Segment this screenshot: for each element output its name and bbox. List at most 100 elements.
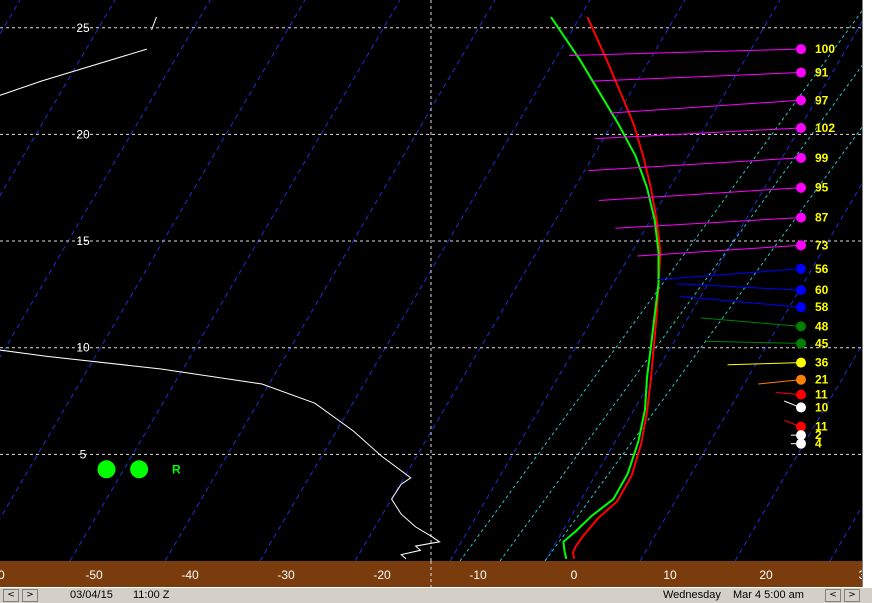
dry-adiabat-line — [354, 0, 686, 561]
wind-dot — [796, 421, 806, 432]
wind-dot — [796, 44, 806, 55]
x-tick-label: 0 — [571, 568, 578, 582]
next-left-button[interactable]: > — [22, 589, 38, 602]
wind-dot — [796, 263, 806, 274]
wind-speed-label: 73 — [815, 238, 829, 252]
dry-adiabat-line — [69, 0, 401, 561]
prev-left-button[interactable]: < — [3, 589, 19, 602]
x-tick-label: -40 — [181, 568, 199, 582]
wind-speed-label: 48 — [815, 319, 829, 333]
series-line-2 — [0, 349, 441, 560]
wind-speed-label: 102 — [815, 121, 835, 135]
next-right-button[interactable]: > — [844, 589, 860, 602]
x-tick-label: -10 — [469, 568, 487, 582]
wind-barb-line — [676, 283, 801, 291]
scrollbar-track[interactable] — [862, 0, 872, 587]
wind-dot — [796, 438, 806, 449]
x-tick-label: 60 — [0, 568, 5, 582]
y-tick-label: 5 — [80, 447, 87, 461]
series-line-0 — [571, 16, 662, 560]
wind-speed-label: 97 — [815, 93, 829, 107]
wind-dot — [796, 285, 806, 296]
wind-speed-label: 56 — [815, 262, 829, 276]
surface-dot — [97, 460, 116, 479]
wind-barb-line — [598, 187, 801, 202]
x-tick-label: 10 — [663, 568, 677, 582]
wind-dot — [796, 338, 806, 349]
x-tick-label: -20 — [373, 568, 391, 582]
x-axis-bar: 60 -50 -40 -30 -20 -10 0 10 20 3 — [0, 561, 866, 587]
dry-adiabat-line — [829, 505, 862, 561]
wind-barb-line — [706, 340, 801, 344]
wind-speed-label: 58 — [815, 300, 829, 314]
series-line-4 — [0, 48, 147, 96]
surface-dot-label: R — [172, 462, 181, 476]
weekday-text: Wednesday — [663, 589, 721, 601]
y-tick-labels: 25 20 15 10 5 — [76, 21, 90, 462]
x-axis-svg: 60 -50 -40 -30 -20 -10 0 10 20 3 — [0, 561, 866, 587]
wind-speed-label: 91 — [815, 66, 829, 80]
wind-barb-line — [593, 72, 801, 82]
x-tick-label: 3 — [859, 568, 862, 582]
wind-speed-label: 10 — [815, 400, 829, 414]
moist-adiabat-line — [499, 64, 862, 561]
wind-speed-label: 36 — [815, 356, 829, 370]
wind-dot — [796, 430, 806, 441]
dry-adiabat-line — [639, 182, 862, 561]
wind-dot — [796, 67, 806, 78]
x-tick-label: -30 — [277, 568, 295, 582]
wind-dot — [796, 357, 806, 368]
wind-barb-line — [758, 379, 801, 385]
wind-speed-label: 45 — [815, 336, 829, 350]
dry-adiabat-line — [0, 0, 21, 35]
local-time-text: Mar 4 5:00 am — [733, 589, 804, 601]
y-tick-label: 15 — [76, 234, 90, 248]
wind-dot — [796, 402, 806, 413]
y-tick-label: 25 — [76, 21, 90, 35]
wind-dot — [796, 374, 806, 385]
wind-dot — [796, 321, 806, 332]
surface-markers: R — [97, 460, 181, 479]
wind-dot — [796, 123, 806, 134]
y-tick-label: 20 — [76, 127, 90, 141]
series-line-1 — [550, 16, 660, 560]
wind-dot — [796, 182, 806, 193]
dry-adiabat-line — [449, 0, 781, 561]
dry-adiabat-line — [0, 0, 116, 197]
wind-barb-line — [637, 244, 801, 257]
wind-barb-line — [727, 362, 801, 366]
wind-speed-label: 100 — [815, 42, 835, 56]
prev-right-button[interactable]: < — [825, 589, 841, 602]
wind-barbs: 1009197102999587735660584845362111101124 — [569, 42, 835, 451]
x-tick-label: -50 — [85, 568, 103, 582]
wind-dot — [796, 240, 806, 251]
dry-adiabat-line — [164, 0, 496, 561]
wind-speed-label: 21 — [815, 373, 829, 387]
wind-dot — [796, 95, 806, 106]
series-line-3 — [151, 16, 157, 31]
date-text: 03/04/15 — [70, 589, 113, 601]
y-tick-label: 10 — [76, 341, 90, 355]
wind-speed-label: 60 — [815, 283, 829, 297]
dry-adiabat-line — [259, 0, 591, 561]
wind-dot — [796, 152, 806, 163]
dry-adiabat-line — [734, 344, 862, 561]
dry-adiabat-line — [544, 21, 862, 561]
wind-dot — [796, 212, 806, 223]
surface-dot — [130, 460, 149, 479]
wind-speed-label: 4 — [815, 437, 822, 451]
time-text: 11:00 Z — [133, 589, 170, 601]
wind-barb-line — [609, 99, 801, 114]
wind-speed-label: 87 — [815, 211, 829, 225]
wind-dot — [796, 302, 806, 313]
dry-adiabat-line — [0, 0, 306, 520]
skew-t-plot[interactable]: 100 91 97 102 99 95 87 73 56 60 58 48 45 36 21 11 10 11 2 4… — [0, 0, 862, 561]
moist-adiabat-line — [544, 126, 862, 561]
wind-barb-line — [700, 317, 801, 327]
wind-barb-line — [658, 268, 801, 280]
x-tick-label: 20 — [759, 568, 773, 582]
chart-svg: 1009197102999587735660584845362111101124… — [0, 0, 862, 561]
status-bar: < > 03/04/15 11:00 Z Wednesday Mar 4 5:0… — [0, 587, 872, 603]
wind-speed-label: 99 — [815, 151, 829, 165]
wind-barb-line — [615, 217, 801, 229]
